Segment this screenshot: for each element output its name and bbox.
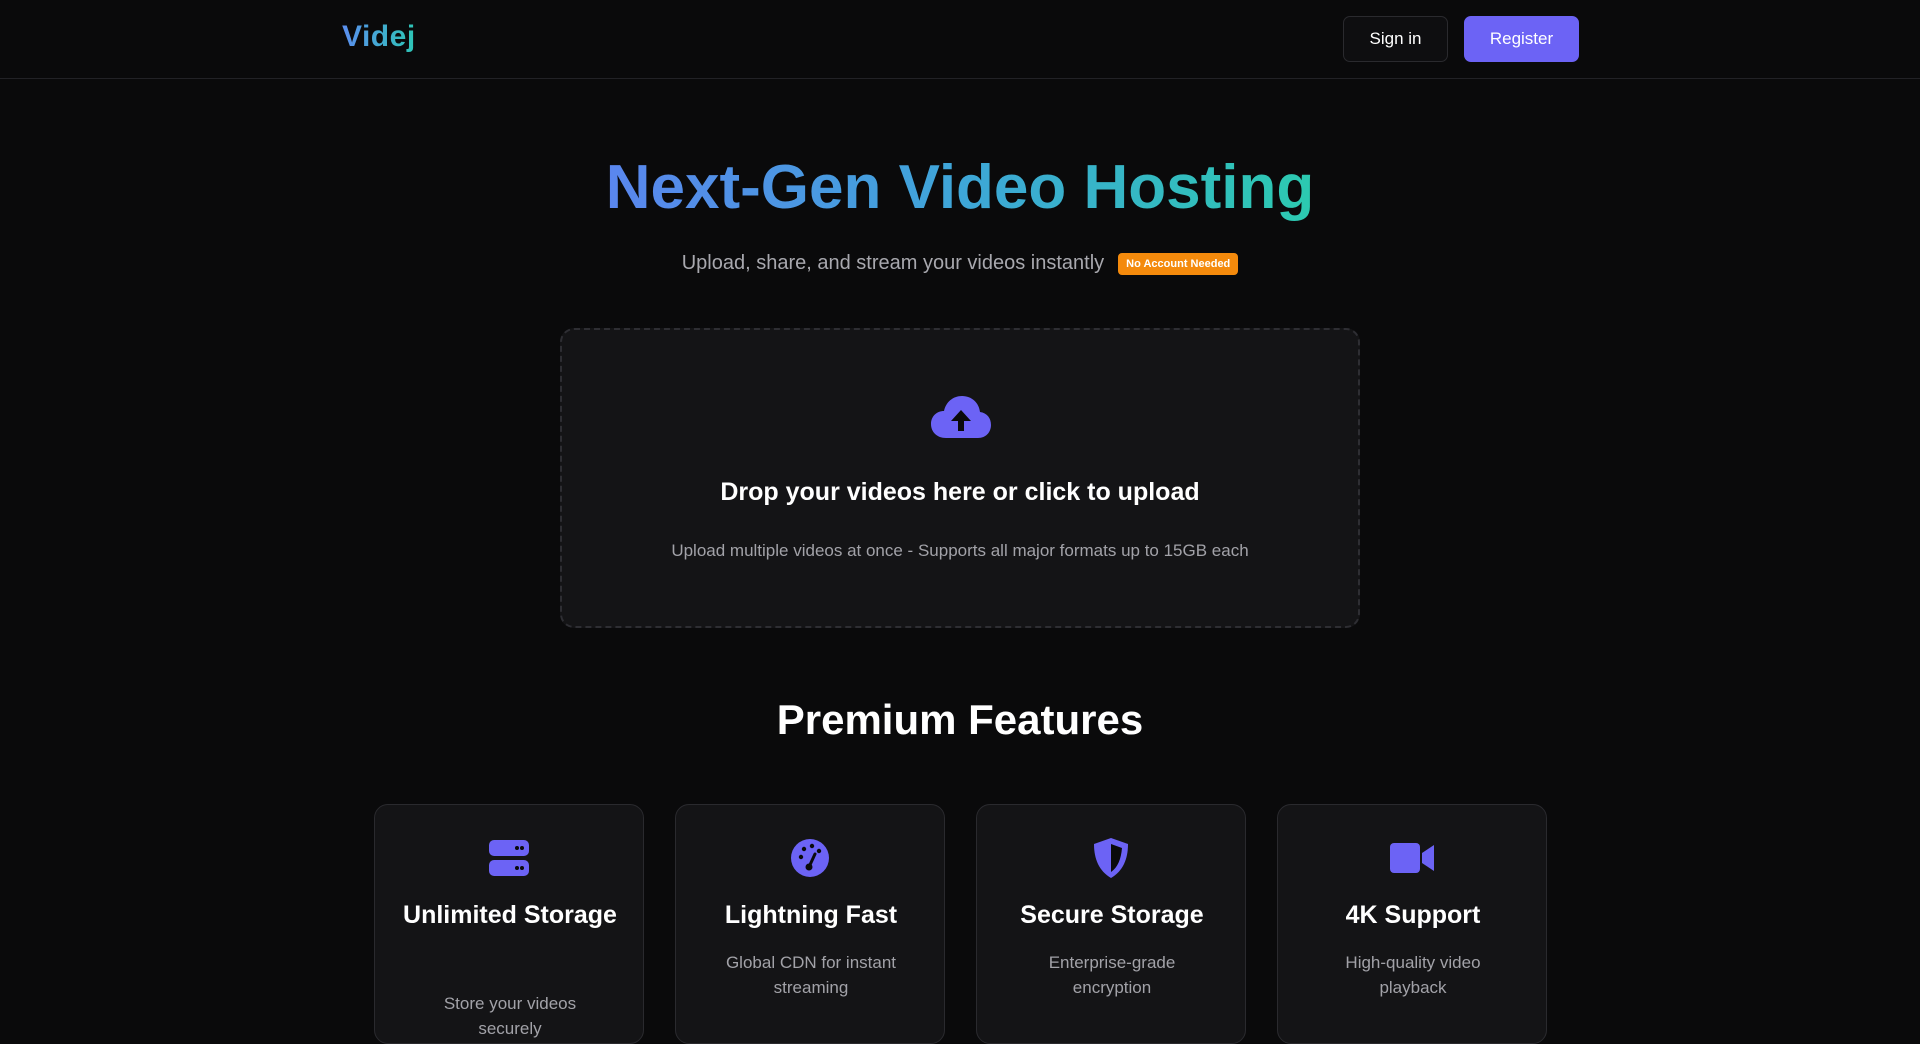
register-button[interactable]: Register	[1464, 16, 1579, 62]
cloud-upload-icon	[931, 396, 991, 438]
hero-subtitle-row: Upload, share, and stream your videos in…	[0, 252, 1920, 275]
feature-title: 4K Support	[1345, 901, 1481, 929]
sign-in-button[interactable]: Sign in	[1343, 16, 1448, 62]
hero-subtitle: Upload, share, and stream your videos in…	[681, 252, 1105, 274]
video-camera-icon	[1389, 837, 1435, 879]
hero-title: Next-Gen Video Hosting	[0, 150, 1920, 226]
no-account-badge: No Account Needed	[1118, 252, 1239, 275]
feature-card-lightning-fast: Lightning Fast Global CDN for instant st…	[675, 804, 945, 1044]
feature-title: Secure Storage	[1020, 901, 1204, 929]
upload-description: Upload multiple videos at once - Support…	[671, 541, 1249, 560]
features-title: Premium Features	[776, 696, 1144, 743]
site-header: Videj Sign in Register	[0, 0, 1920, 79]
logo[interactable]: Videj	[342, 20, 416, 54]
hero-title-text: Next-Gen Video Hosting	[605, 153, 1315, 222]
speedometer-icon	[787, 837, 833, 879]
shield-icon	[1088, 837, 1134, 879]
feature-description: Store your videos securely	[443, 994, 577, 1038]
upload-title: Drop your videos here or click to upload	[720, 478, 1200, 506]
feature-card-secure-storage: Secure Storage Enterprise-grade encrypti…	[976, 804, 1246, 1044]
feature-card-4k-support: 4K Support High-quality video playback	[1277, 804, 1547, 1044]
server-icon	[486, 837, 532, 879]
feature-title: Lightning Fast	[724, 901, 898, 929]
upload-dropzone[interactable]: Drop your videos here or click to upload…	[560, 328, 1360, 628]
feature-card-unlimited-storage: Unlimited Storage Store your videos secu…	[374, 804, 644, 1044]
feature-title: Unlimited Storage	[403, 901, 617, 929]
